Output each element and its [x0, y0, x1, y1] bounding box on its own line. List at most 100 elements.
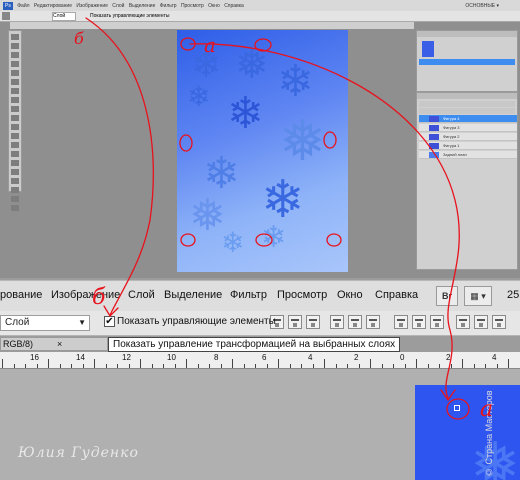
document-canvas[interactable]: ❄ ❅ ❄ ❄ ❄ ❅ ❄ ❄ ❅ ❄ ❄ — [177, 30, 348, 272]
distribute-hcenter-icon[interactable] — [474, 315, 488, 329]
ruler-label: 6 — [262, 353, 267, 362]
tool-dodge-icon[interactable] — [11, 151, 19, 157]
distribute-right-icon[interactable] — [492, 315, 506, 329]
ruler-tick — [220, 364, 222, 368]
menu-filter[interactable]: Фильтр — [160, 0, 180, 9]
tool-zoom-icon[interactable] — [11, 205, 19, 211]
menu-help[interactable]: Справка — [375, 289, 418, 301]
ruler-tick — [312, 364, 314, 368]
show-controls-option[interactable]: Показать управляющие элементы — [90, 13, 169, 19]
ruler-tick — [197, 364, 199, 368]
ruler-tick — [266, 364, 268, 368]
ruler-tick — [278, 359, 279, 368]
show-transform-controls-checkbox[interactable]: ✔ — [104, 316, 115, 327]
snowflake-icon: ❄ — [277, 57, 314, 106]
tool-hand-icon[interactable] — [11, 196, 19, 202]
auto-select-value: Слой — [5, 317, 30, 328]
transform-handle[interactable] — [454, 405, 460, 411]
menu-layer[interactable]: Слой — [112, 0, 127, 9]
show-transform-controls-label: Показать управляющие элементы — [117, 316, 276, 327]
tool-heal-icon[interactable] — [11, 88, 19, 94]
distribute-left-icon[interactable] — [456, 315, 470, 329]
tool-crop-icon[interactable] — [11, 70, 19, 76]
tool-blur-icon[interactable] — [11, 142, 19, 148]
tool-pen-icon[interactable] — [11, 160, 19, 166]
layer-row[interactable]: Фигура 3 — [419, 124, 517, 132]
ruler-tick — [289, 364, 291, 368]
menu-image[interactable]: Изображение — [51, 289, 120, 301]
menu-select[interactable]: Выделение — [129, 0, 159, 9]
menu-edit[interactable]: Редактирование — [34, 0, 75, 9]
menu-file[interactable]: Файл — [17, 0, 32, 9]
tool-lasso-icon[interactable] — [11, 52, 19, 58]
menu-help[interactable]: Справка — [224, 0, 247, 9]
ruler-tick — [450, 364, 452, 368]
align-vcenter-icon[interactable] — [288, 315, 302, 329]
menu-view[interactable]: Просмотр — [181, 0, 207, 9]
distribute-bottom-icon[interactable] — [430, 315, 444, 329]
photoshop-overview-screenshot: Ps Файл Редактирование Изображение Слой … — [0, 0, 520, 278]
tool-gradient-icon[interactable] — [11, 133, 19, 139]
menu-image[interactable]: Изображение — [76, 0, 111, 9]
tool-marquee-icon[interactable] — [11, 43, 19, 49]
align-left-icon[interactable] — [330, 315, 344, 329]
transform-controls-tooltip: Показать управление трансформацией на вы… — [108, 337, 401, 352]
bridge-button[interactable]: Br — [436, 286, 458, 306]
ruler-tick — [209, 364, 210, 368]
align-right-icon[interactable] — [366, 315, 380, 329]
ruler-tick — [13, 364, 15, 368]
ruler-label: 2 — [354, 353, 359, 362]
history-selected-row[interactable] — [419, 59, 515, 65]
distribute-vcenter-icon[interactable] — [412, 315, 426, 329]
ruler-tick — [174, 364, 176, 368]
distribute-top-icon[interactable] — [394, 315, 408, 329]
ruler-tick — [324, 359, 325, 368]
screen-mode-button[interactable]: ▦ ▾ — [464, 286, 492, 306]
tool-eraser-icon[interactable] — [11, 124, 19, 130]
menu-view[interactable]: Просмотр — [277, 289, 327, 301]
layer-row[interactable]: Фигура 1 — [419, 142, 517, 150]
tool-history-icon[interactable] — [11, 115, 19, 121]
menu-filter[interactable]: Фильтр — [230, 289, 267, 301]
tool-brush-icon[interactable] — [11, 97, 19, 103]
menu-window[interactable]: Окно — [337, 289, 363, 301]
history-panel-header — [417, 31, 517, 37]
align-bottom-icon[interactable] — [306, 315, 320, 329]
layer-row[interactable]: Фигура 4 — [419, 115, 517, 123]
layer-row[interactable]: Задний план — [419, 151, 517, 159]
document-tab[interactable]: RGB/8) × — [0, 337, 108, 351]
menu-select[interactable]: Выделение — [164, 289, 222, 301]
ruler-tick — [71, 364, 72, 368]
ps-document-tab[interactable] — [10, 22, 414, 29]
horizontal-ruler: 16 14 12 10 8 6 4 2 0 2 4 — [0, 352, 520, 369]
layer-row[interactable]: Фигура 2 — [419, 133, 517, 141]
tool-path-icon[interactable] — [11, 178, 19, 184]
ruler-label: 10 — [167, 353, 176, 362]
history-panel — [416, 30, 518, 92]
menu-layer[interactable]: Слой — [128, 289, 155, 301]
ruler-tick — [232, 359, 233, 368]
workspace-switcher[interactable]: ОСНОВНЫЕ ▾ — [465, 0, 502, 9]
layer-thumb — [429, 143, 439, 149]
tool-type-icon[interactable] — [11, 169, 19, 175]
close-icon[interactable]: × — [57, 338, 62, 350]
auto-select-dropdown[interactable]: Слой ▼ — [0, 315, 90, 331]
watermark: © Страна Мастеров — [484, 390, 494, 477]
ruler-label: 4 — [308, 353, 313, 362]
ruler-tick — [370, 359, 371, 368]
align-hcenter-icon[interactable] — [348, 315, 362, 329]
ruler-tick — [186, 359, 187, 368]
ruler-tick — [2, 359, 3, 368]
tool-wand-icon[interactable] — [11, 61, 19, 67]
tool-eyedropper-icon[interactable] — [11, 79, 19, 85]
ps-logo-icon: Ps — [3, 2, 13, 10]
auto-select-dropdown[interactable]: Слой — [52, 12, 76, 21]
menu-window[interactable]: Окно — [208, 0, 223, 9]
layer-thumb — [429, 125, 439, 131]
snowflake-icon: ❄ — [187, 81, 211, 112]
tool-shape-icon[interactable] — [11, 187, 19, 193]
tool-move-icon[interactable] — [11, 34, 19, 40]
tool-stamp-icon[interactable] — [11, 106, 19, 112]
menu-edit-partial[interactable]: рование — [0, 289, 42, 301]
zoom-level-readout: 25 — [507, 289, 520, 301]
